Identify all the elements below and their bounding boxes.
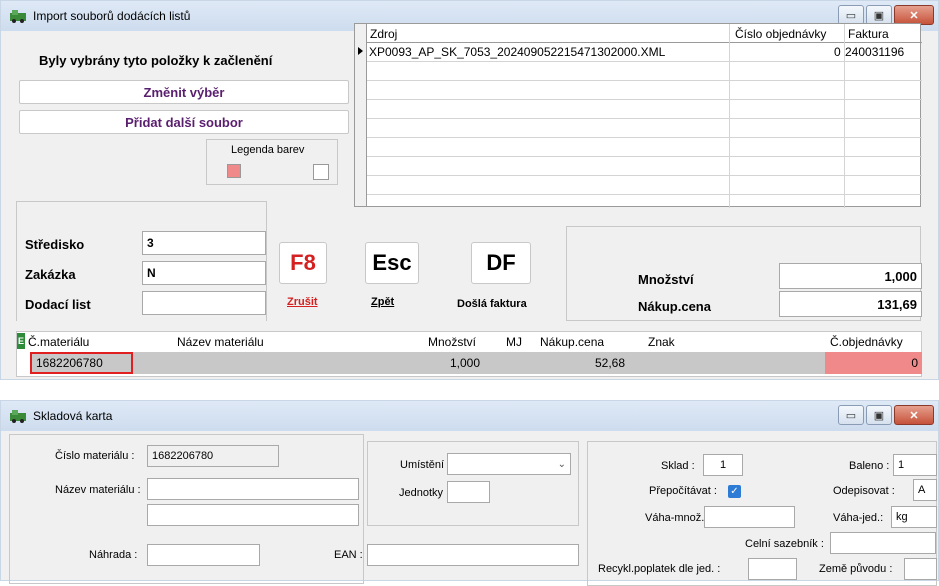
items-row-price[interactable]: 52,68 xyxy=(595,356,625,370)
grid-indicator-icon: E xyxy=(17,333,25,349)
country-origin-field[interactable] xyxy=(904,558,937,580)
df-key-button[interactable]: DF xyxy=(471,242,531,284)
minimize-button[interactable]: ▭ xyxy=(838,405,864,425)
minimize-button[interactable]: ▭ xyxy=(838,5,864,25)
customs-field[interactable] xyxy=(830,532,936,554)
f8-key-button[interactable]: F8 xyxy=(279,242,327,284)
items-header-mj[interactable]: MJ xyxy=(506,335,522,349)
quantity-total-field[interactable]: 1,000 xyxy=(779,263,922,289)
items-header-material[interactable]: Č.materiálu xyxy=(28,335,89,349)
zakazka-label: Zakázka xyxy=(25,267,76,282)
write-off-label: Odepisovat : xyxy=(833,485,895,497)
zakazka-field[interactable]: N xyxy=(142,261,266,285)
price-label: Nákup.cena xyxy=(638,299,711,314)
row-pointer-icon xyxy=(358,47,363,55)
dodaci-label: Dodací list xyxy=(25,297,91,312)
import-window: Import souborů dodácích listů ▭ ▣ ✕ Byly… xyxy=(0,0,939,380)
ean-label: EAN : xyxy=(334,549,363,561)
weight-qty-label: Váha-množ.: xyxy=(645,512,708,524)
files-row-order[interactable]: 0 xyxy=(834,45,841,59)
recycling-fee-field[interactable] xyxy=(748,558,797,580)
location-select[interactable]: ⌄ xyxy=(447,453,571,475)
ean-field[interactable] xyxy=(367,544,579,566)
items-header-order[interactable]: Č.objednávky xyxy=(830,335,903,349)
window-controls: ▭ ▣ ✕ xyxy=(838,405,934,425)
replacement-label: Náhrada : xyxy=(89,549,138,561)
close-button[interactable]: ✕ xyxy=(894,405,934,425)
items-row-qty[interactable]: 1,000 xyxy=(450,356,480,370)
unit-weight-field[interactable]: kg xyxy=(891,506,937,528)
files-header-invoice[interactable]: Faktura xyxy=(848,27,889,41)
recalculate-checkbox[interactable]: ✓ xyxy=(728,485,741,498)
warehouse-field[interactable]: 1 xyxy=(703,454,743,476)
unit-weight-label: Váha-jed.: xyxy=(833,512,884,524)
files-row-invoice[interactable]: 240031196 xyxy=(845,45,904,59)
location-label: Umístění : xyxy=(400,459,451,471)
esc-key-button[interactable]: Esc xyxy=(365,242,419,284)
maximize-button[interactable]: ▣ xyxy=(866,5,892,25)
legend-swatch-white xyxy=(313,164,329,180)
replacement-field[interactable] xyxy=(147,544,260,566)
customs-label: Celní sazebník : xyxy=(745,538,824,550)
app-icon xyxy=(9,9,27,23)
recycling-fee-label: Recykl.poplatek dle jed. : xyxy=(598,563,721,575)
package-field[interactable]: 1 xyxy=(893,454,937,476)
files-header-source[interactable]: Zdroj xyxy=(370,27,397,41)
weight-qty-field[interactable] xyxy=(704,506,795,528)
received-invoice-label[interactable]: Došlá faktura xyxy=(457,298,527,310)
cancel-label[interactable]: Zrušit xyxy=(287,296,318,308)
items-header-price[interactable]: Nákup.cena xyxy=(540,335,604,349)
files-grid[interactable]: Zdroj Číslo objednávky Faktura XP0093_AP… xyxy=(354,23,922,208)
recalculate-label: Přepočítávat : xyxy=(649,485,717,497)
color-legend: Legenda barev xyxy=(206,139,338,185)
material-name-field-2[interactable] xyxy=(147,504,359,526)
table-row[interactable]: 1682206780 1,000 52,68 0 xyxy=(30,352,922,374)
maximize-button[interactable]: ▣ xyxy=(866,405,892,425)
units-field[interactable] xyxy=(447,481,490,503)
legend-swatch-red xyxy=(227,164,241,178)
window-title: Import souborů dodácích listů xyxy=(33,9,191,23)
material-name-field[interactable] xyxy=(147,478,359,500)
stock-card-titlebar[interactable]: Skladová karta xyxy=(1,401,938,431)
items-row-material[interactable]: 1682206780 xyxy=(30,352,133,374)
files-header-order[interactable]: Číslo objednávky xyxy=(735,27,826,41)
country-origin-label: Země původu : xyxy=(819,563,893,575)
material-number-label: Číslo materiálu : xyxy=(55,450,135,462)
items-header-znak[interactable]: Znak xyxy=(648,335,675,349)
items-header-qty[interactable]: Množství xyxy=(428,335,476,349)
files-row-source[interactable]: XP0093_AP_SK_7053_20240905221547130200​0… xyxy=(369,45,665,59)
package-label: Baleno : xyxy=(849,460,890,472)
items-row-order[interactable]: 0 xyxy=(825,352,922,374)
selected-items-label: Byly vybrány tyto položky k začlenění xyxy=(39,53,273,68)
stredisko-label: Středisko xyxy=(25,237,85,252)
quantity-label: Množství xyxy=(638,272,694,287)
close-button[interactable]: ✕ xyxy=(894,5,934,25)
back-label[interactable]: Zpět xyxy=(371,296,394,308)
items-header-name[interactable]: Název materiálu xyxy=(177,335,264,349)
items-grid[interactable]: E Č.materiálu Název materiálu Množství M… xyxy=(16,331,922,377)
add-file-button[interactable]: Přidat další soubor xyxy=(19,110,349,134)
app-icon xyxy=(9,409,27,423)
window-title: Skladová karta xyxy=(33,409,113,423)
material-name-label: Název materiálu : xyxy=(55,484,141,496)
chevron-down-icon[interactable]: ⌄ xyxy=(558,459,566,470)
legend-label: Legenda barev xyxy=(231,144,305,156)
stredisko-field[interactable]: 3 xyxy=(142,231,266,255)
price-total-field[interactable]: 131,69 xyxy=(779,291,922,317)
stock-card-window: Skladová karta ▭ ▣ ✕ Číslo materiálu : 1… xyxy=(0,400,939,586)
warehouse-label: Sklad : xyxy=(661,460,695,472)
window-controls: ▭ ▣ ✕ xyxy=(838,5,934,25)
material-number-field[interactable]: 1682206780 xyxy=(147,445,279,467)
dodaci-field[interactable] xyxy=(142,291,266,315)
change-selection-button[interactable]: Změnit výběr xyxy=(19,80,349,104)
write-off-field[interactable]: A xyxy=(913,479,937,501)
units-label: Jednotky : xyxy=(399,487,450,499)
